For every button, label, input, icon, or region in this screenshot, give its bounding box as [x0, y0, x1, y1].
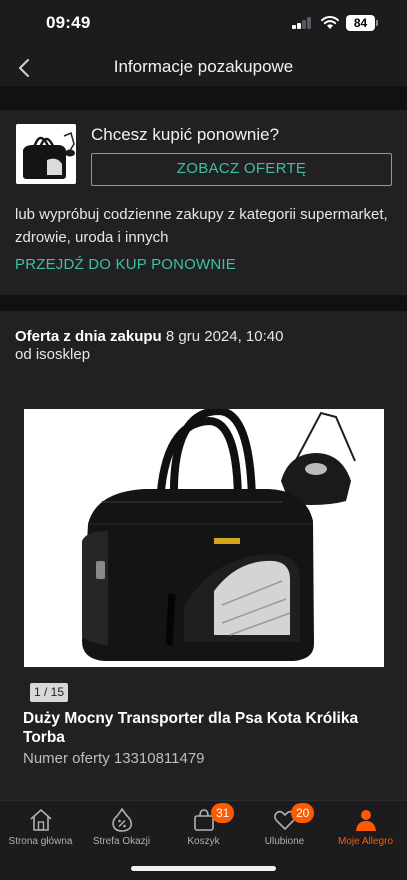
go-to-rebuy-link[interactable]: PRZEJDŹ DO KUP PONOWNIE [15, 256, 236, 273]
percent-tag-icon [112, 808, 133, 832]
tab-label: Ulubione [264, 836, 305, 847]
offer-seller: od isosklep [15, 346, 91, 363]
favorites-badge: 20 [291, 803, 315, 823]
product-image[interactable] [24, 409, 384, 667]
offer-date: 8 gru 2024, 10:40 [165, 328, 284, 345]
cellular-signal-icon [292, 17, 312, 29]
product-title[interactable]: Duży Mocny Transporter dla Psa Kota Król… [23, 709, 383, 747]
tab-my-allegro[interactable]: Moje Allegro [325, 801, 406, 857]
tab-home[interactable]: Strona główna [0, 801, 81, 857]
offer-date-label: Oferta z dnia zakupu [15, 328, 162, 345]
nav-header: Informacje pozakupowe [0, 50, 407, 86]
home-icon [30, 809, 52, 831]
section-divider [0, 295, 407, 311]
pet-carrier-product-image [24, 409, 384, 667]
page-title: Informacje pozakupowe [113, 57, 294, 76]
status-bar: 09:49 84 [0, 0, 407, 50]
cart-badge: 31 [211, 803, 235, 823]
status-time: 09:49 [46, 13, 91, 32]
tab-cart[interactable]: 31 Koszyk [163, 801, 244, 857]
rebuy-description: lub wypróbuj codzienne zakupy z kategori… [15, 206, 388, 246]
battery-icon: 84 [346, 15, 375, 31]
tab-deals[interactable]: Strefa Okazji [81, 801, 162, 857]
tab-favorites[interactable]: 20 Ulubione [244, 801, 325, 857]
rebuy-question: Chcesz kupić ponownie? [91, 125, 280, 144]
tab-label: Strefa Okazji [92, 836, 151, 847]
offer-number: Numer oferty 13310811479 [23, 750, 205, 767]
tab-label: Moje Allegro [337, 836, 394, 847]
section-divider [0, 86, 407, 110]
user-icon [356, 810, 376, 831]
tab-label: Strona główna [8, 836, 73, 847]
pet-carrier-thumbnail-image [16, 124, 76, 184]
tab-label: Koszyk [187, 836, 220, 847]
image-counter: 1 / 15 [30, 683, 68, 702]
battery-tip [376, 20, 378, 26]
product-thumbnail[interactable] [16, 124, 76, 184]
wifi-icon [321, 16, 339, 29]
offer-heading: Oferta z dnia zakupu 8 gru 2024, 10:40 [15, 327, 283, 347]
home-indicator [131, 866, 276, 871]
see-offer-button[interactable]: ZOBACZ OFERTĘ [91, 153, 392, 186]
